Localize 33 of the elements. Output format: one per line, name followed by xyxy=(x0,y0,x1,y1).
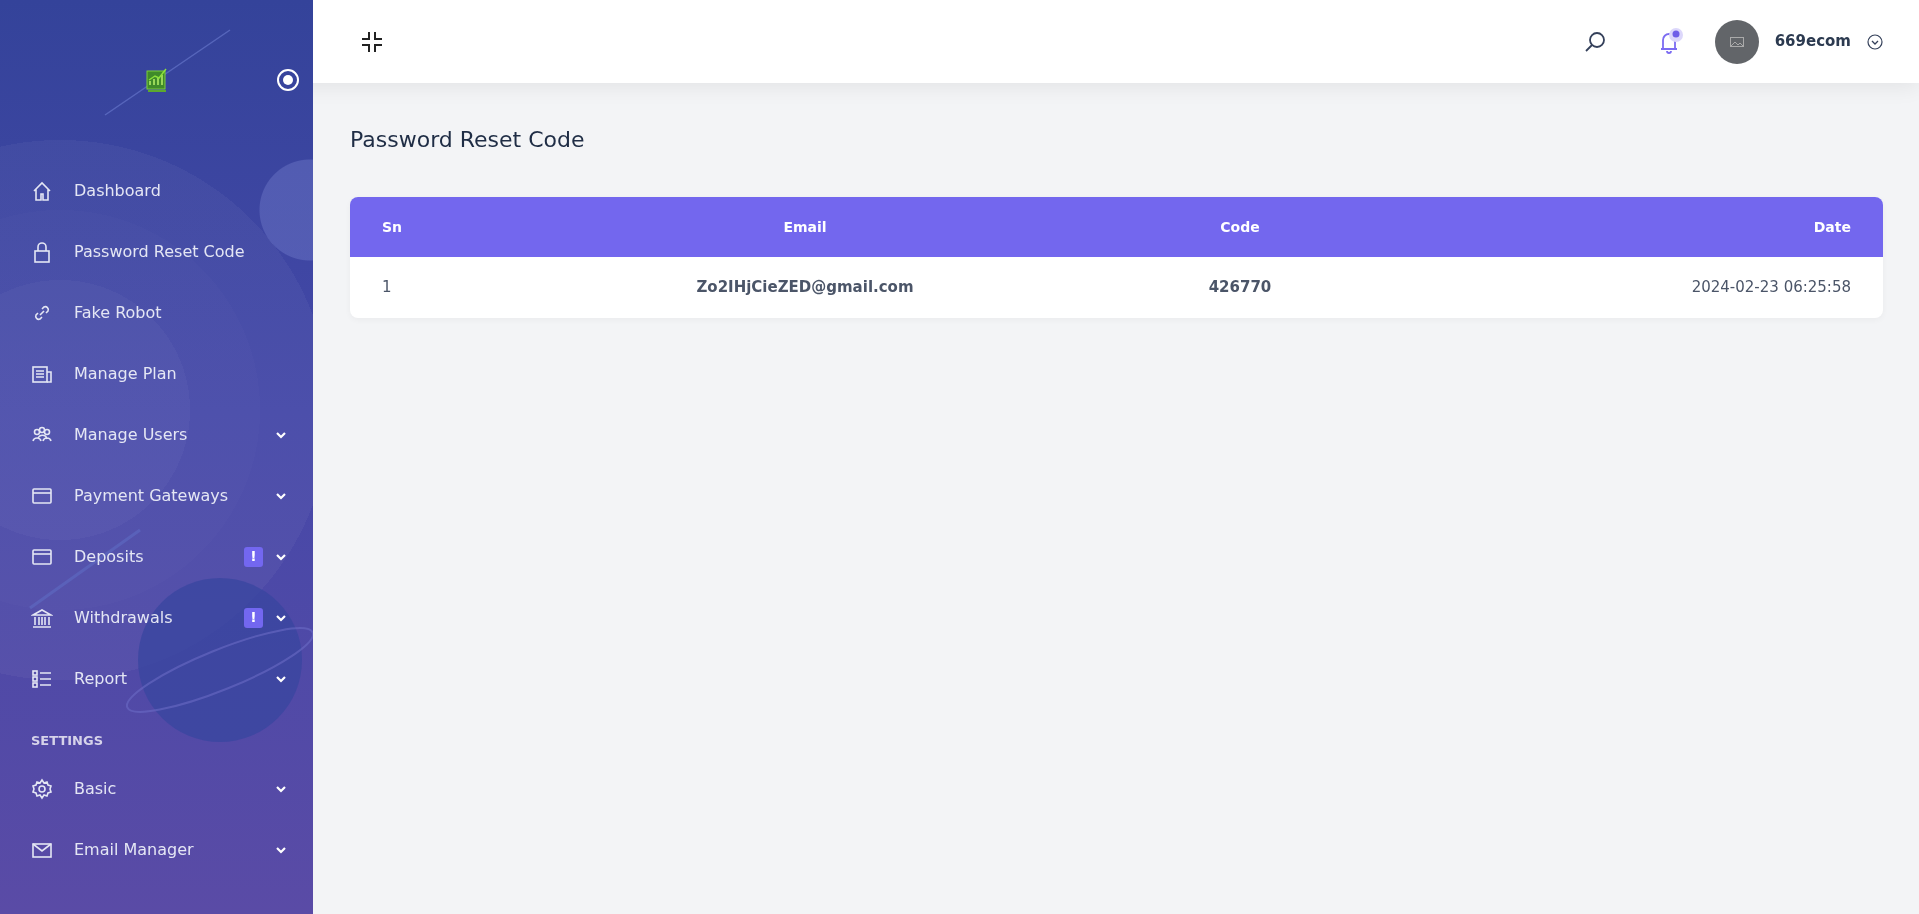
logo-icon[interactable] xyxy=(145,67,168,93)
sidebar-item[interactable]: Fake Robot xyxy=(0,282,313,343)
menu-section-heading: SETTINGS xyxy=(30,732,105,750)
column-header: Date xyxy=(1813,218,1851,235)
table-cell: 1 xyxy=(382,278,392,297)
sidebar-item[interactable]: Basic xyxy=(0,758,313,820)
sidebar-item[interactable]: Deposits ! xyxy=(0,526,313,587)
sidebar-item[interactable]: Dashboard xyxy=(0,160,313,221)
sidebar-item[interactable]: Withdrawals ! xyxy=(0,587,313,648)
sidebar-item[interactable]: Manage Users xyxy=(0,404,313,465)
table-cell: 426770 xyxy=(1208,278,1272,297)
sidebar-item[interactable]: Email Manager xyxy=(0,819,313,881)
sidebar-item[interactable]: Password Reset Code xyxy=(0,221,313,282)
table-cell: Zo2IHjCieZED@gmail.com xyxy=(696,278,914,297)
settings-icon xyxy=(31,778,53,800)
column-header: Sn xyxy=(382,218,403,235)
sidebar-item[interactable]: Report xyxy=(0,648,313,709)
home-icon xyxy=(31,179,53,202)
bank-icon xyxy=(31,606,53,629)
table-cell: 2024-02-23 06:25:58 xyxy=(1691,278,1851,297)
lock-icon xyxy=(31,240,53,263)
collapse-icon[interactable] xyxy=(360,29,384,54)
column-header: Code xyxy=(1220,218,1260,235)
sidebar-toggle[interactable] xyxy=(277,69,299,91)
page-title: Password Reset Code xyxy=(350,126,586,154)
user-name[interactable]: 669ecom xyxy=(1774,30,1851,53)
chevron-down-icon[interactable] xyxy=(1867,33,1883,50)
sidebar-item[interactable]: Manage Plan xyxy=(0,343,313,404)
list-icon xyxy=(31,667,53,690)
image-icon xyxy=(1729,36,1744,47)
alert-badge: ! xyxy=(244,546,263,567)
column-header: Email xyxy=(783,218,827,235)
sidebar-item[interactable]: Payment Gateways xyxy=(0,465,313,526)
